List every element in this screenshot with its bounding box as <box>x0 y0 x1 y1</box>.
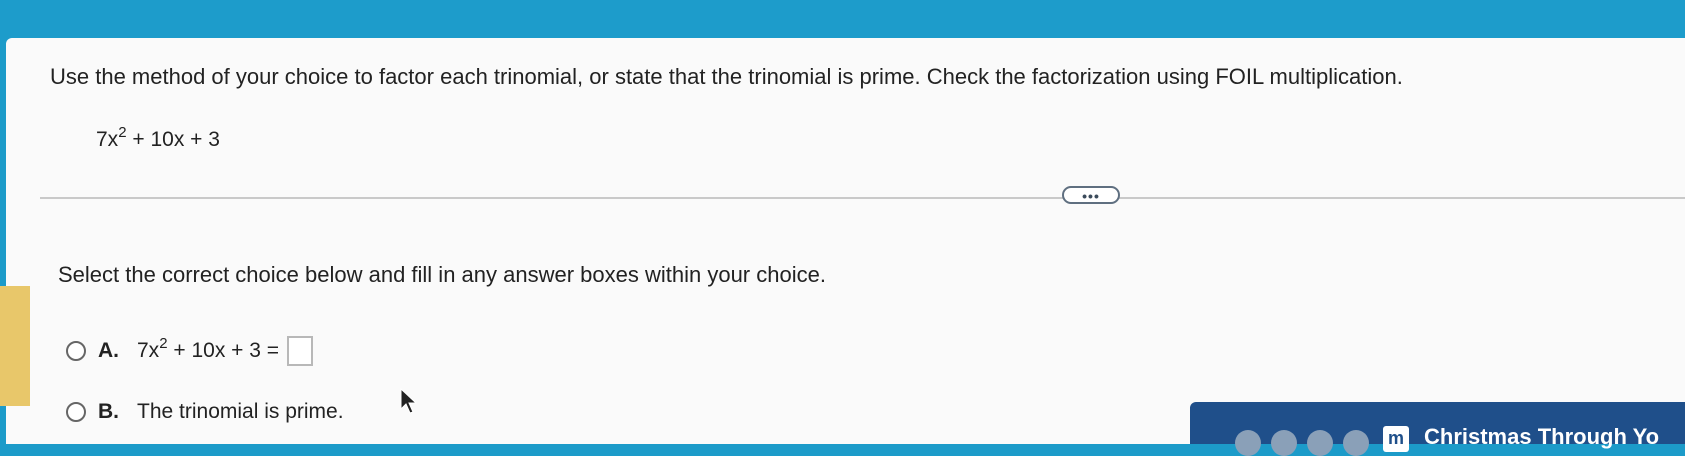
expression-rest: + 10x + 3 <box>126 128 220 151</box>
choice-a-coef: 7x <box>137 339 160 362</box>
expression-exponent: 2 <box>118 124 127 141</box>
tab-dot[interactable] <box>1307 430 1333 456</box>
choice-b[interactable]: B. The trinomial is prime. <box>66 400 344 424</box>
answer-input-box[interactable] <box>287 336 314 366</box>
choice-a-exponent: 2 <box>159 335 168 352</box>
radio-icon[interactable] <box>66 402 86 422</box>
expand-button[interactable]: ••• <box>1062 186 1120 204</box>
section-divider <box>40 197 1685 199</box>
top-header-bar <box>0 0 1685 40</box>
tab-dot[interactable] <box>1235 430 1261 456</box>
tab-title[interactable]: Christmas Through Yo <box>1424 424 1659 450</box>
question-panel <box>6 38 1685 444</box>
mouse-cursor-icon <box>400 388 418 414</box>
choice-a-expression: 7x2 + 10x + 3 = <box>137 336 280 363</box>
trinomial-expression: 7x2 + 10x + 3 <box>96 125 220 152</box>
tab-dot[interactable] <box>1271 430 1297 456</box>
app-m-icon: m <box>1383 426 1409 452</box>
choice-prompt: Select the correct choice below and fill… <box>58 262 826 287</box>
choice-a-letter: A. <box>98 339 119 362</box>
radio-icon[interactable] <box>66 341 86 361</box>
expression-coef: 7x <box>96 128 119 151</box>
choice-b-text: The trinomial is prime. <box>137 400 344 423</box>
choice-a-rest: + 10x + 3 = <box>167 339 280 362</box>
instruction-text: Use the method of your choice to factor … <box>50 64 1403 89</box>
choice-a[interactable]: A. 7x2 + 10x + 3 = <box>66 336 314 366</box>
tab-dot[interactable] <box>1343 430 1369 456</box>
choice-b-letter: B. <box>98 400 119 423</box>
left-side-tab[interactable] <box>0 286 30 406</box>
